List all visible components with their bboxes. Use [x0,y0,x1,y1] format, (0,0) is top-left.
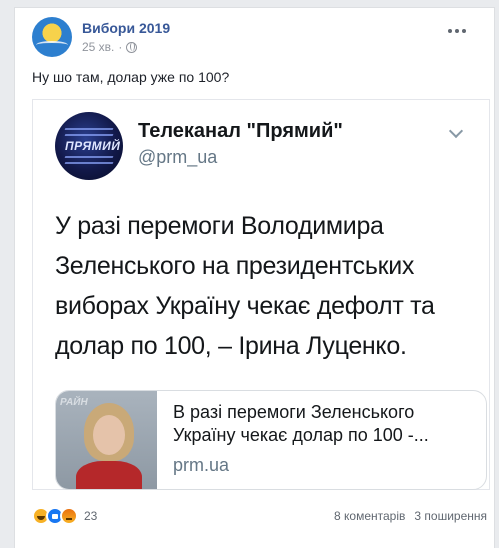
tweet-link-card: РАЙН В разі перемоги Зеленського Україну… [55,390,487,490]
tweet-avatar-label: ПРЯМИЙ [65,139,121,153]
angry-icon [60,507,78,525]
tweet-avatar: ПРЯМИЙ [55,112,123,180]
post-time[interactable]: 25 хв. [82,40,114,54]
post-header: Вибори 2019 25 хв. · [32,17,472,59]
page-name-link[interactable]: Вибори 2019 [82,20,170,36]
reactions-summary[interactable]: 23 [32,507,97,525]
meta-separator: · [118,40,123,54]
post-footer: 23 8 коментарів 3 поширення [32,507,487,527]
post-text: Ну шо там, долар уже по 100? [32,69,230,85]
more-options-icon[interactable] [448,29,466,33]
shares-count-link[interactable]: 3 поширення [414,509,487,523]
chevron-down-icon [448,123,464,139]
tweet-author-name: Телеканал "Прямий" [138,120,343,142]
page-avatar[interactable] [32,17,72,57]
post-meta: 25 хв. · [82,40,138,54]
engagement-counts: 8 коментарів 3 поширення [334,509,487,523]
link-thumbnail: РАЙН [56,391,157,489]
tweet-screenshot[interactable]: ПРЯМИЙ Телеканал "Прямий" @prm_ua У разі… [32,99,490,490]
comments-count-link[interactable]: 8 коментарів [334,509,405,523]
reaction-count: 23 [84,509,98,523]
facebook-post: Вибори 2019 25 хв. · Ну шо там, долар уж… [14,7,495,548]
globe-icon [126,41,138,53]
link-title: В разі перемоги Зеленського Україну чека… [173,402,429,445]
link-domain: prm.ua [173,455,230,475]
tweet-text: У разі перемоги Володимира Зеленського н… [55,212,435,360]
thumbnail-watermark: РАЙН [60,397,88,408]
tweet-author-handle: @prm_ua [138,147,218,167]
